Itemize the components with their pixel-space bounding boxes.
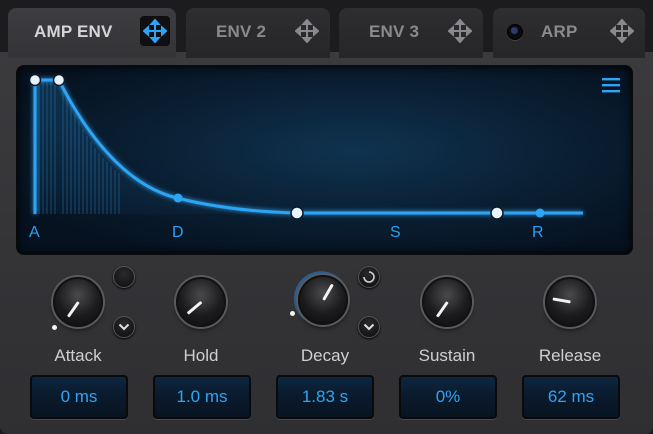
sustain-label: Sustain bbox=[418, 346, 476, 365]
sustain-value-field[interactable]: 0% bbox=[399, 375, 497, 419]
release-label: Release bbox=[538, 346, 602, 365]
attack-value-field[interactable]: 0 ms bbox=[30, 375, 128, 419]
hold-knob[interactable] bbox=[171, 272, 231, 332]
tab-amp-env[interactable]: AMP ENV bbox=[8, 8, 176, 58]
decay-label: Decay bbox=[300, 346, 350, 365]
tab-amp-env-label: AMP ENV bbox=[34, 22, 113, 41]
decay-min-dot bbox=[290, 311, 295, 316]
marker-decay: D bbox=[172, 224, 184, 241]
tab-env-2[interactable]: ENV 2 bbox=[186, 8, 330, 58]
attack-chevron-down-icon[interactable] bbox=[113, 316, 135, 338]
move-arrows-icon[interactable] bbox=[292, 16, 322, 46]
move-arrows-icon[interactable] bbox=[140, 16, 170, 46]
attack-knob[interactable] bbox=[48, 272, 108, 332]
sustain-knob[interactable] bbox=[417, 272, 477, 332]
attack-min-dot bbox=[52, 325, 57, 330]
menu-icon[interactable] bbox=[601, 77, 621, 93]
attack-mod-ring-icon[interactable] bbox=[113, 266, 135, 288]
decay-chevron-down-icon[interactable] bbox=[358, 316, 380, 338]
decay-knob[interactable] bbox=[293, 270, 353, 330]
release-value-field[interactable]: 62 ms bbox=[522, 375, 620, 419]
tab-arp-label: ARP bbox=[541, 22, 578, 41]
release-knob[interactable] bbox=[540, 272, 600, 332]
marker-sustain: S bbox=[390, 224, 401, 241]
tab-arp[interactable]: ARP bbox=[493, 8, 645, 58]
arp-power-icon[interactable] bbox=[507, 24, 523, 40]
marker-release: R bbox=[532, 224, 544, 241]
decay-value-field[interactable]: 1.83 s bbox=[276, 375, 374, 419]
marker-attack: A bbox=[29, 224, 40, 241]
hold-value-field[interactable]: 1.0 ms bbox=[153, 375, 251, 419]
tab-bar: AMP ENV ENV 2 ENV 3 ARP bbox=[0, 0, 653, 58]
tab-env-3-label: ENV 3 bbox=[369, 22, 420, 41]
move-arrows-icon[interactable] bbox=[607, 16, 637, 46]
decay-mod-ring-icon[interactable] bbox=[358, 266, 380, 288]
tab-env-2-label: ENV 2 bbox=[216, 22, 267, 41]
move-arrows-icon[interactable] bbox=[445, 16, 475, 46]
tab-env-3[interactable]: ENV 3 bbox=[339, 8, 483, 58]
hold-label: Hold bbox=[183, 346, 219, 365]
attack-label: Attack bbox=[54, 346, 102, 365]
